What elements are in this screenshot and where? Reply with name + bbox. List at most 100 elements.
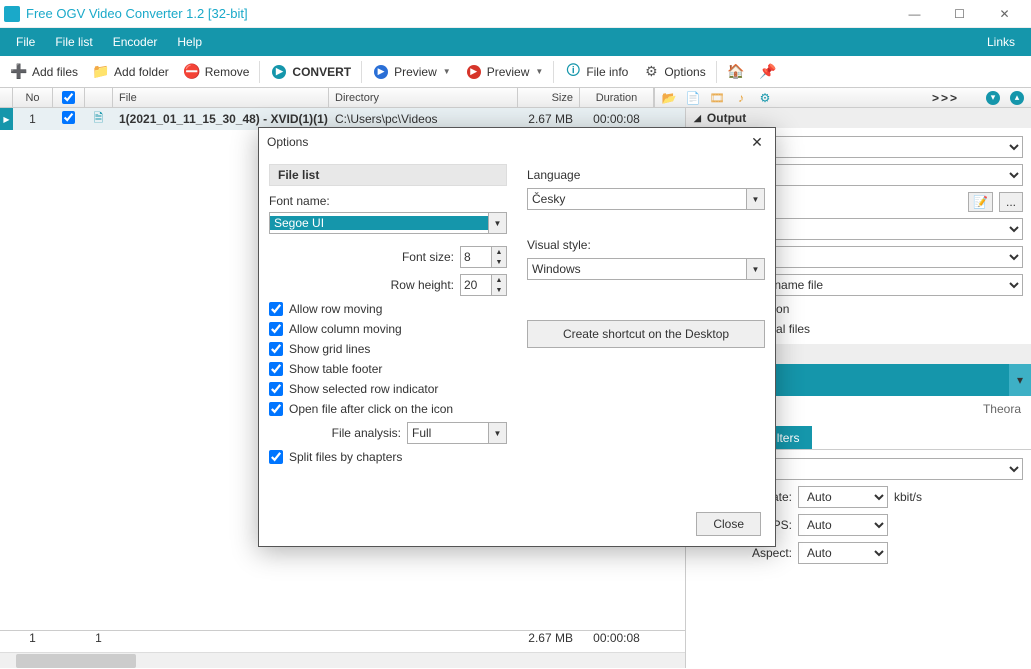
menubar: File File list Encoder Help Links [0,28,1031,56]
create-shortcut-button[interactable]: Create shortcut on the Desktop [527,320,765,348]
tab-doc-icon[interactable]: 📄 [683,90,703,106]
tab-video-icon[interactable]: 🎞 [707,90,727,106]
expand-chevron[interactable]: >>> [932,91,959,105]
play-red-icon: ▶ [465,63,483,81]
language-combo[interactable]: Česky▼ [527,188,765,210]
row-indicator-icon: ▶ [0,108,13,130]
language-label: Language [527,168,765,182]
add-folder-button[interactable]: 📁Add folder [86,60,175,84]
bitrate-select[interactable]: Auto [798,486,888,508]
col-check[interactable] [53,88,85,107]
chevron-down-icon: ▾ [1009,364,1031,396]
window-title: Free OGV Video Converter 1.2 [32-bit] [26,6,892,21]
cell-fileicon[interactable]: 🗎 [85,109,113,130]
spin-up-icon[interactable]: ▲ [492,275,506,285]
allow-col-check[interactable]: Allow column moving [269,322,507,336]
cell-no: 1 [13,112,53,126]
info-icon: 🛈 [564,63,582,81]
col-file[interactable]: File [113,88,329,107]
output-header[interactable]: ◢Output [686,108,1031,128]
sidepanel-tabs: 📂 📄 🎞 ♪ ⚙ >>> ▾ ▴ [654,88,1031,108]
exists-select[interactable]: Rename file [750,274,1023,296]
dropdown-icon: ▼ [535,67,543,76]
table-footer: 1 1 2.67 MB 00:00:08 [0,630,685,652]
bitrate-unit: kbit/s [894,490,922,504]
home-icon: 🏠 [727,63,745,81]
horizontal-scrollbar[interactable] [0,652,685,668]
tab-folder-icon[interactable]: 📂 [659,90,679,106]
close-button[interactable]: Close [696,512,761,536]
col-duration[interactable]: Duration [580,88,654,107]
preview1-button[interactable]: ▶Preview▼ [366,60,457,84]
menu-links[interactable]: Links [977,28,1025,56]
column-headers: No File Directory Size Duration 📂 📄 🎞 ♪ … [0,88,1031,108]
maximize-button[interactable]: ☐ [937,0,982,28]
dialog-close-icon[interactable]: ✕ [747,134,767,151]
pin-button[interactable]: 📌 [753,60,783,84]
play-circle-icon: ▶ [270,63,288,81]
chevron-down-icon: ▼ [746,259,764,279]
minimize-button[interactable]: — [892,0,937,28]
menu-help[interactable]: Help [167,28,212,56]
spin-down-icon[interactable]: ▼ [492,257,506,267]
options-dialog: Options ✕ File list Font name: Segoe UI▼… [258,127,776,547]
add-files-button[interactable]: ➕Add files [4,60,84,84]
footer-size: 2.67 MB [518,631,580,652]
font-name-combo[interactable]: Segoe UI▼ [269,212,507,234]
triangle-icon: ◢ [694,113,701,124]
chevron-down-icon: ▼ [488,213,506,233]
spin-down-icon[interactable]: ▼ [492,285,506,295]
col-indicator [0,88,13,107]
row-checkbox[interactable] [62,111,75,124]
openfile-check[interactable]: Open file after click on the icon [269,402,507,416]
close-button[interactable]: ✕ [982,0,1027,28]
grid-check[interactable]: Show grid lines [269,342,507,356]
tab-music-icon[interactable]: ♪ [731,90,751,106]
style-combo[interactable]: Windows▼ [527,258,765,280]
footer-check[interactable]: Show table footer [269,362,507,376]
options-button[interactable]: ⚙Options [636,60,711,84]
preview2-button[interactable]: ▶Preview▼ [459,60,550,84]
analysis-label: File analysis: [332,426,401,440]
collapse-up-icon[interactable]: ▴ [1007,90,1027,106]
font-name-label: Font name: [269,194,507,208]
cell-dur: 00:00:08 [580,112,654,126]
aspect-select[interactable]: Auto [798,542,888,564]
aspect-label: Aspect: [694,546,792,560]
row-height-stepper[interactable]: ▲▼ [460,274,507,296]
remove-button[interactable]: ⛔Remove [177,60,256,84]
home-button[interactable]: 🏠 [721,60,751,84]
split-check[interactable]: Split files by chapters [269,450,507,464]
allow-row-check[interactable]: Allow row moving [269,302,507,316]
scrollbar-thumb[interactable] [16,654,136,668]
selind-check[interactable]: Show selected row indicator [269,382,507,396]
fps-select[interactable]: Auto [798,514,888,536]
cell-size: 2.67 MB [518,112,580,126]
spin-up-icon[interactable]: ▲ [492,247,506,257]
footer-count1: 1 [13,631,53,652]
tab-gear-icon[interactable]: ⚙ [755,90,775,106]
menu-filelist[interactable]: File list [45,28,102,56]
folder-plus-icon: 📁 [92,63,110,81]
convert-button[interactable]: ▶CONVERT [264,60,357,84]
col-size[interactable]: Size [518,88,580,107]
cell-check[interactable] [53,111,85,127]
check-all[interactable] [62,91,75,104]
play-blue-icon: ▶ [372,63,390,81]
font-size-stepper[interactable]: ▲▼ [460,246,507,268]
titlebar: Free OGV Video Converter 1.2 [32-bit] — … [0,0,1031,28]
menu-file[interactable]: File [6,28,45,56]
edit-path-button[interactable]: 📝 [968,192,993,212]
footer-dur: 00:00:08 [580,631,654,652]
dialog-title: Options [267,135,308,149]
dialog-titlebar[interactable]: Options ✕ [259,128,775,156]
remove-icon: ⛔ [183,63,201,81]
fileinfo-button[interactable]: 🛈File info [558,60,634,84]
col-no[interactable]: No [13,88,53,107]
collapse-down-icon[interactable]: ▾ [983,90,1003,106]
browse-button[interactable]: ... [999,192,1023,212]
cell-dir: C:\Users\pc\Videos [329,112,518,126]
analysis-combo[interactable]: Full▼ [407,422,507,444]
col-directory[interactable]: Directory [329,88,518,107]
menu-encoder[interactable]: Encoder [103,28,168,56]
